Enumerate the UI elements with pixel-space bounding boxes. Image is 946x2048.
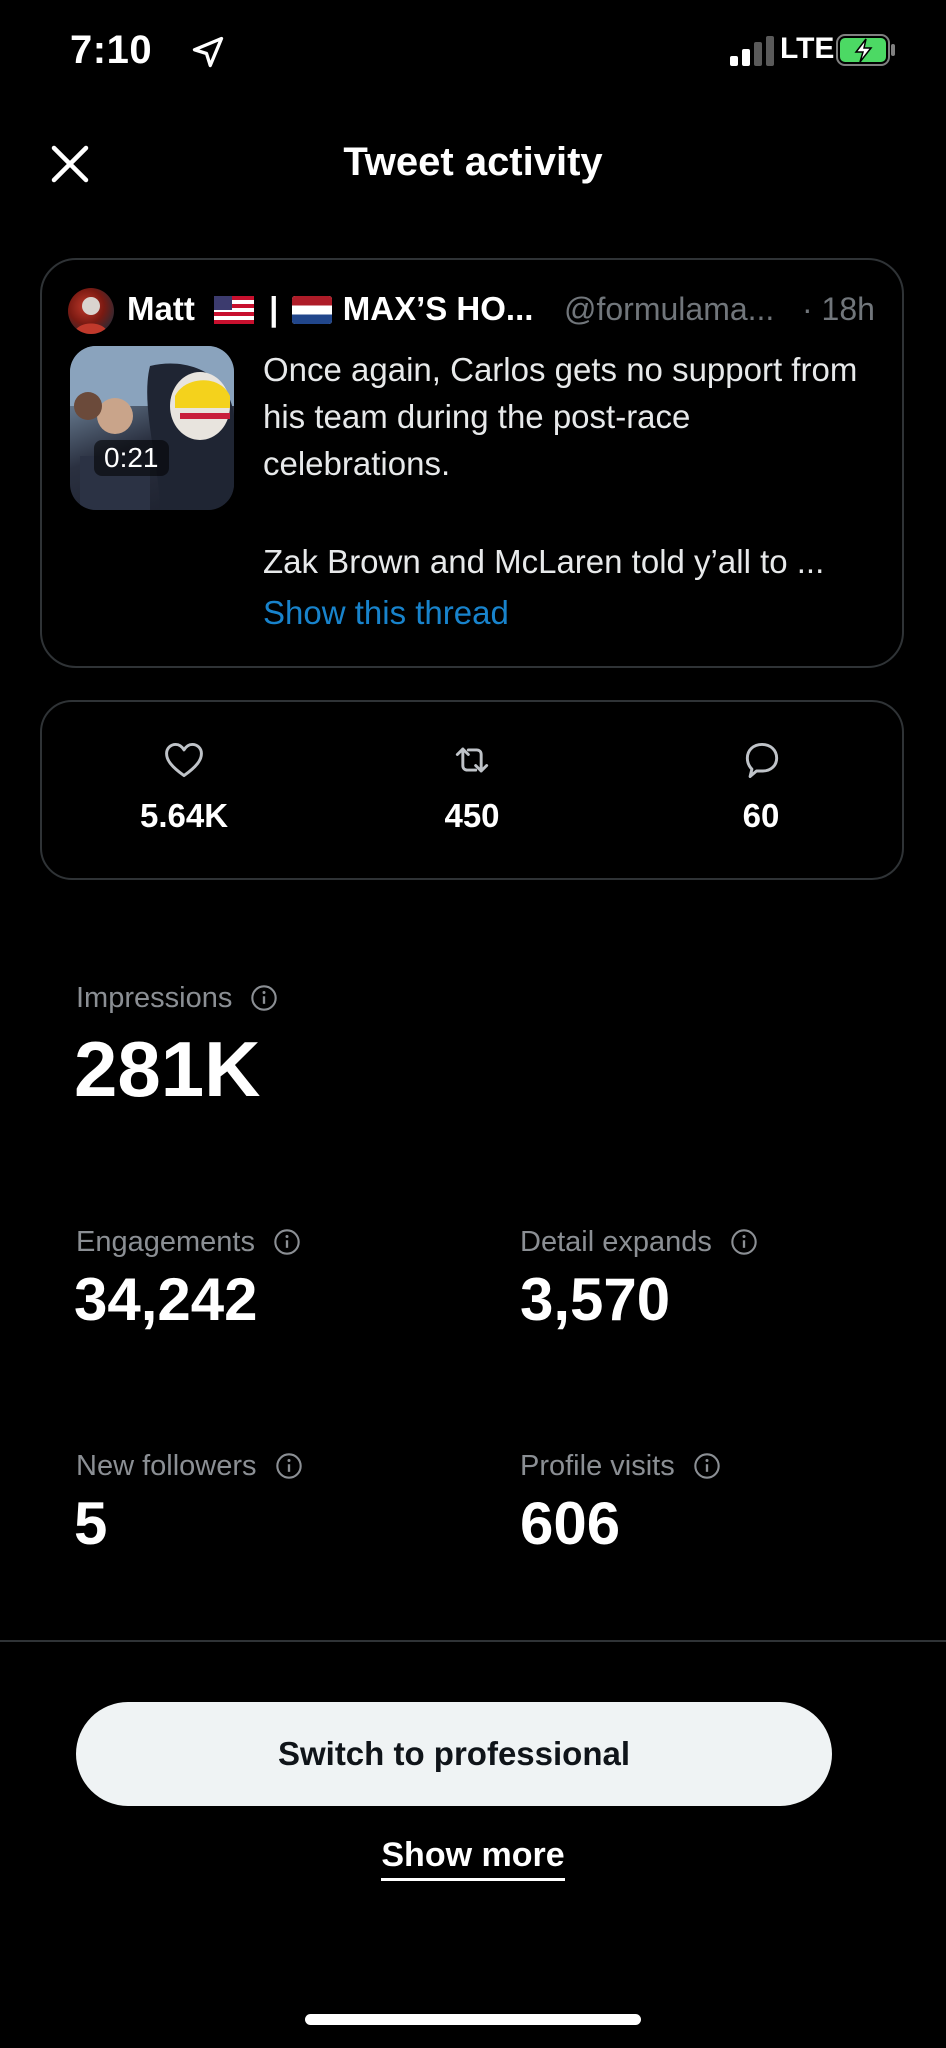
like-heart-icon [165, 742, 203, 778]
video-duration: 0:21 [94, 440, 169, 476]
engagement-card [40, 700, 904, 880]
new-followers-label-text: New followers [76, 1450, 257, 1482]
impressions-label-text: Impressions [76, 982, 233, 1014]
retweet-icon [455, 747, 489, 773]
likes-count: 5.64K [139, 797, 229, 834]
profile-visits-label: Profile visits [520, 1450, 721, 1483]
us-flag-icon [214, 296, 254, 324]
engagements-label-text: Engagements [76, 1226, 255, 1258]
show-thread-link[interactable]: Show this thread [263, 594, 509, 632]
retweets-count: 450 [444, 797, 500, 834]
tweet-text-continued: Zak Brown and McLaren told y’all to ... [263, 543, 825, 580]
info-icon[interactable] [250, 984, 278, 1012]
page-title: Tweet activity [343, 140, 603, 184]
info-icon[interactable] [273, 1228, 301, 1256]
author-name[interactable]: Matt | MAX’S HO... [127, 290, 533, 328]
tweet-text: Once again, Carlos gets no support from … [263, 351, 858, 482]
show-more-link[interactable]: Show more [381, 1836, 565, 1881]
location-arrow-icon [192, 36, 224, 68]
impressions-value: 281K [74, 1025, 261, 1113]
author-handle: @formulama... [564, 291, 775, 327]
author-name-suffix: MAX’S HO... [342, 290, 534, 327]
replies-count: 60 [742, 797, 780, 834]
divider [0, 1640, 946, 1642]
home-indicator[interactable] [305, 2014, 641, 2025]
profile-visits-label-text: Profile visits [520, 1450, 675, 1482]
show-more-container: Show more [0, 1836, 946, 1881]
avatar[interactable] [68, 288, 114, 334]
battery-charging-icon [836, 34, 895, 66]
tweet-time: · 18h [802, 291, 875, 327]
info-icon[interactable] [275, 1452, 303, 1480]
detail-expands-label-text: Detail expands [520, 1226, 712, 1258]
detail-expands-value: 3,570 [520, 1266, 671, 1333]
reply-icon [745, 742, 779, 778]
engagements-label: Engagements [76, 1226, 301, 1259]
author-separator: | [269, 290, 279, 327]
video-thumbnail[interactable] [70, 346, 234, 510]
new-followers-label: New followers [76, 1450, 303, 1483]
cellular-signal-icon [730, 36, 774, 66]
engagements-value: 34,242 [74, 1266, 258, 1333]
author-name-text: Matt [127, 290, 195, 327]
detail-expands-label: Detail expands [520, 1226, 758, 1259]
impressions-label: Impressions [76, 982, 278, 1015]
switch-to-professional-button[interactable]: Switch to professional [76, 1702, 832, 1806]
info-icon[interactable] [693, 1452, 721, 1480]
status-time: 7:10 [70, 28, 153, 72]
profile-visits-value: 606 [520, 1490, 621, 1557]
info-icon[interactable] [730, 1228, 758, 1256]
network-type: LTE [780, 32, 835, 65]
netherlands-flag-icon [291, 296, 332, 324]
new-followers-value: 5 [74, 1490, 108, 1557]
